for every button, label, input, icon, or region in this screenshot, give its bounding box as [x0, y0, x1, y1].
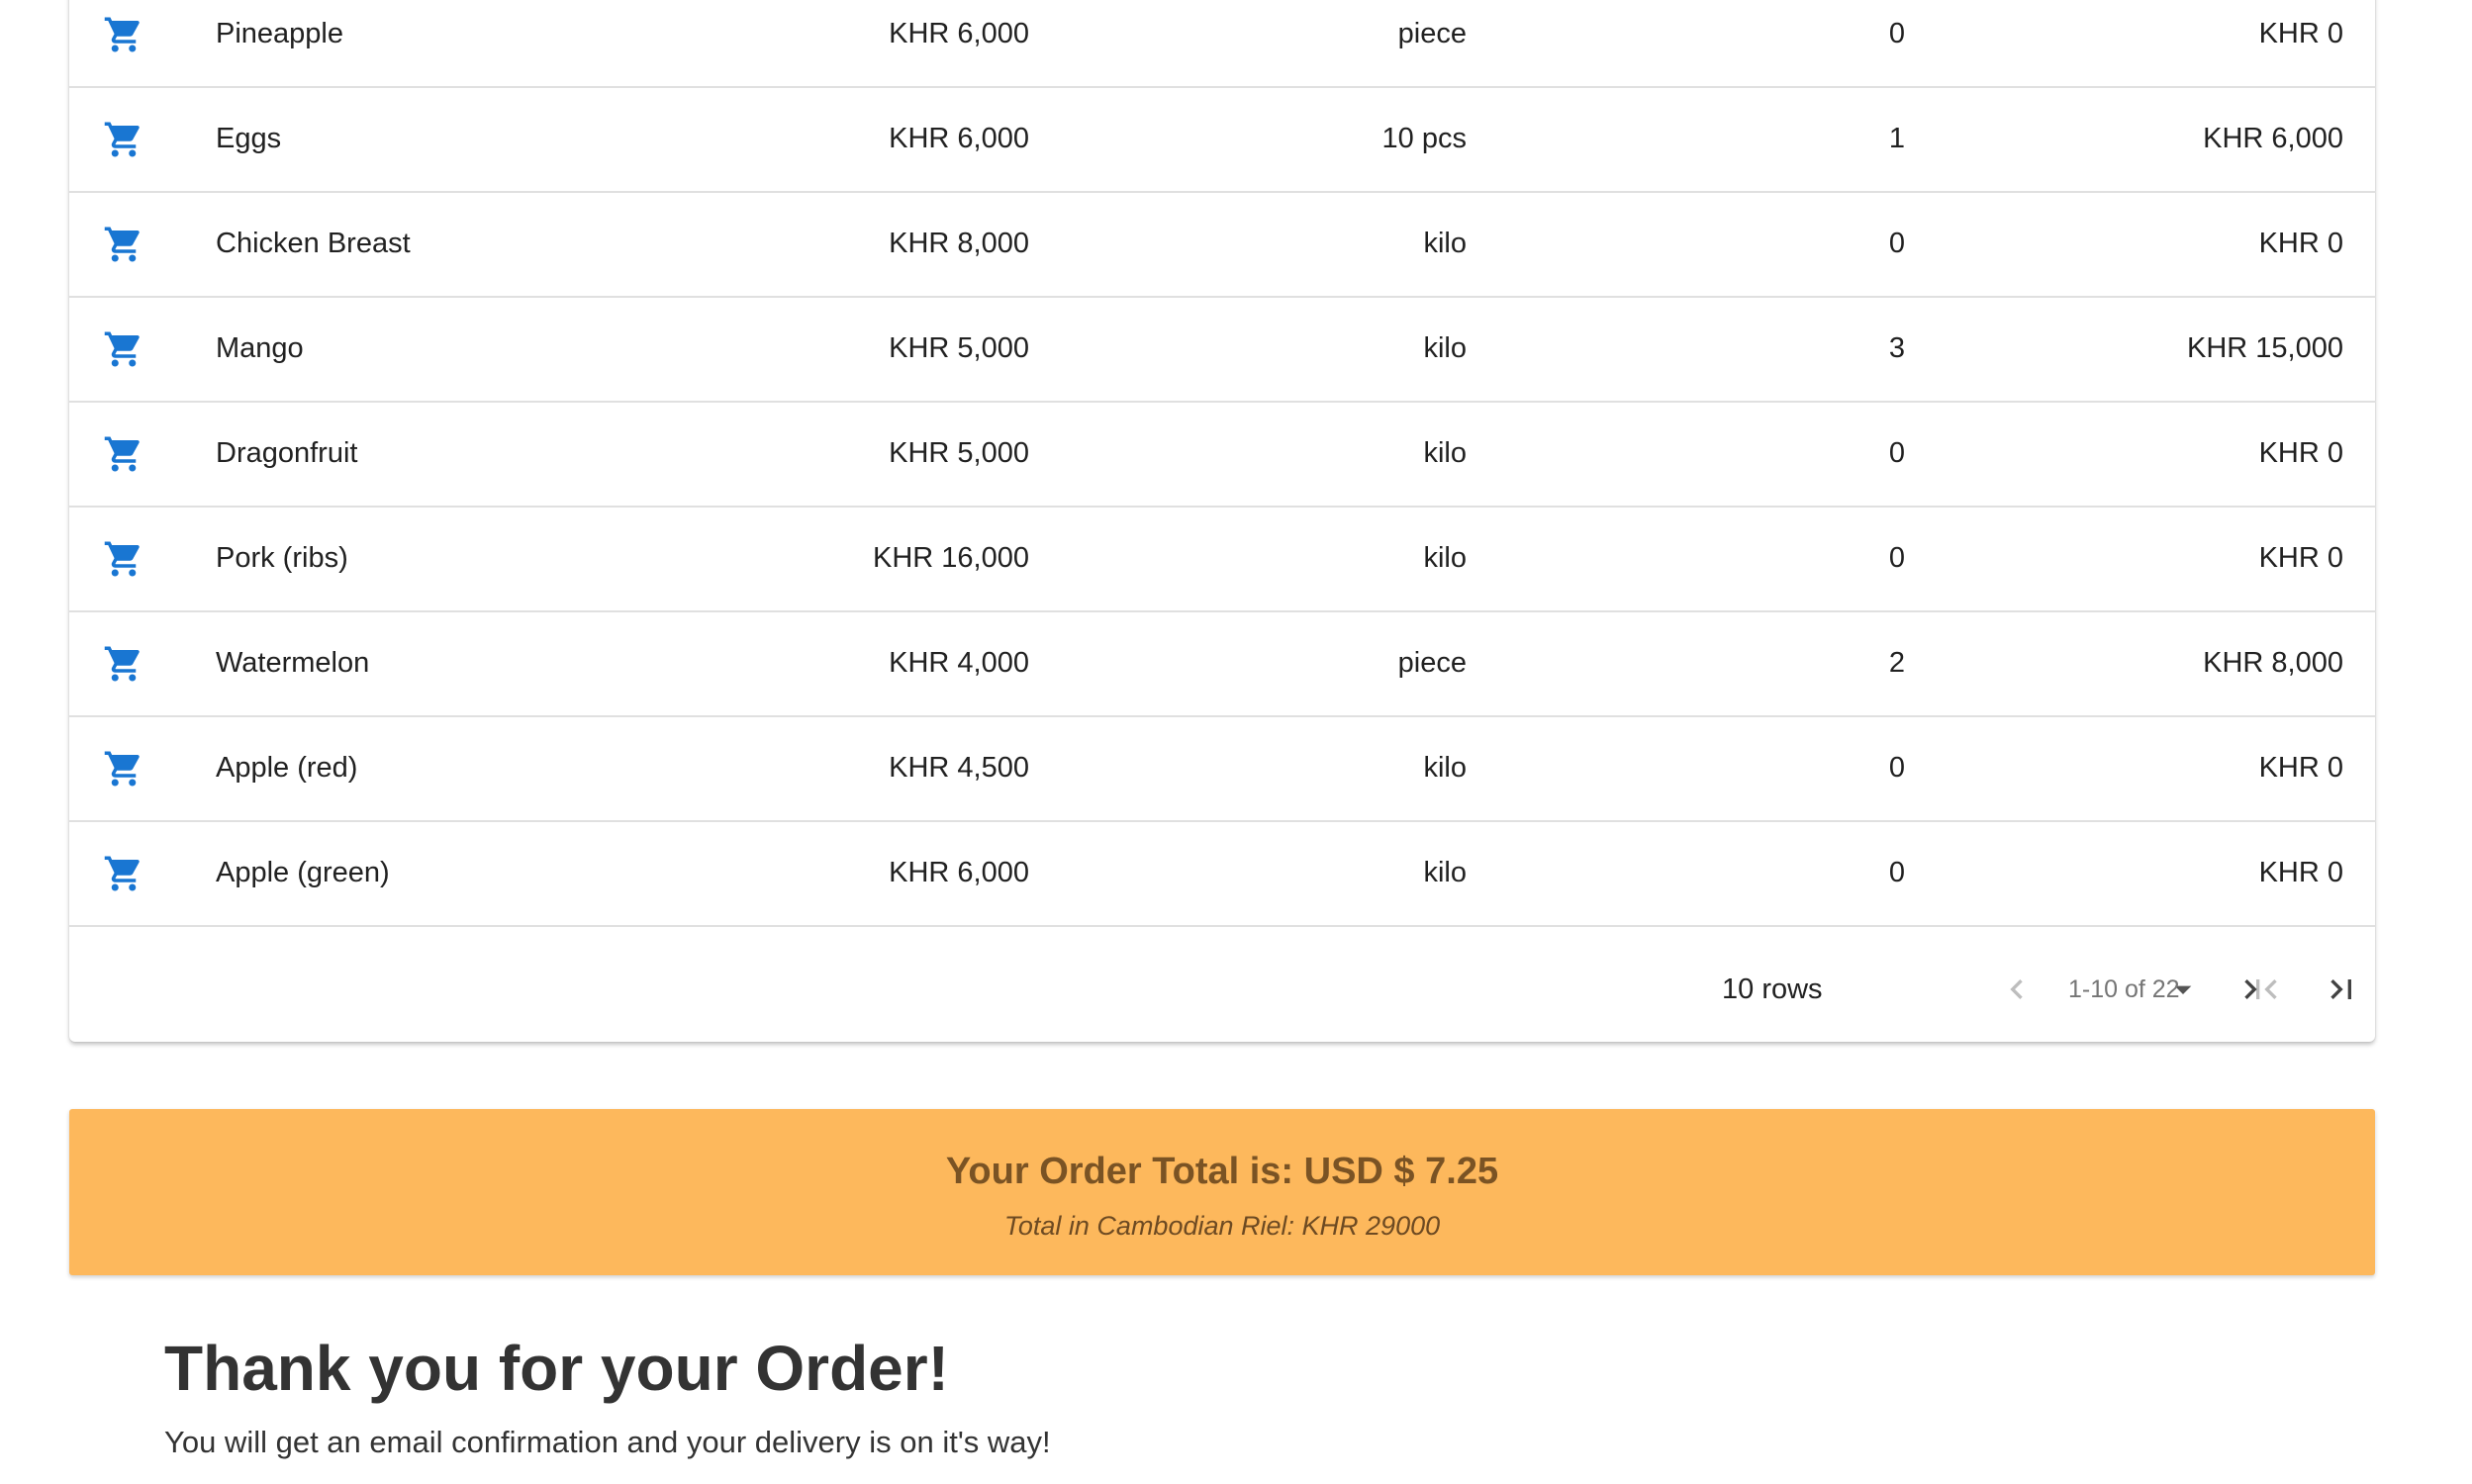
product-line-total: KHR 6,000	[2203, 123, 2343, 154]
thank-you-heading: Thank you for your Order!	[164, 1333, 949, 1404]
product-unit: 10 pcs	[1381, 123, 1467, 154]
product-price: KHR 6,000	[889, 123, 1029, 154]
product-quantity: 2	[1888, 647, 1905, 679]
order-total-banner: Your Order Total is: USD $ 7.25 Total in…	[69, 1109, 2375, 1275]
product-price: KHR 16,000	[873, 542, 1029, 574]
product-line-total: KHR 8,000	[2203, 647, 2343, 679]
product-name: Watermelon	[216, 647, 370, 679]
product-name: Apple (red)	[216, 752, 358, 784]
table-row: Dragonfruit KHR 5,000 kilo 0 KHR 0	[69, 402, 2375, 508]
product-price: KHR 4,000	[889, 647, 1029, 679]
shopping-cart-icon[interactable]	[103, 224, 144, 265]
product-unit: kilo	[1423, 437, 1467, 469]
product-quantity: 0	[1888, 752, 1905, 784]
product-quantity: 0	[1888, 857, 1905, 888]
thank-you-message: You will get an email confirmation and y…	[164, 1425, 1051, 1459]
product-line-total: KHR 0	[2258, 228, 2343, 259]
table-row: Watermelon KHR 4,000 piece 2 KHR 8,000	[69, 611, 2375, 717]
previous-page-icon[interactable]	[1997, 970, 2037, 1009]
product-name: Mango	[216, 332, 304, 364]
product-name: Apple (green)	[216, 857, 390, 888]
product-unit: piece	[1397, 647, 1467, 679]
product-name: Eggs	[216, 123, 282, 154]
product-unit: kilo	[1423, 542, 1467, 574]
shopping-cart-icon[interactable]	[103, 328, 144, 370]
product-line-total: KHR 0	[2258, 437, 2343, 469]
product-price: KHR 8,000	[889, 228, 1029, 259]
table-row: Eggs KHR 6,000 10 pcs 1 KHR 6,000	[69, 87, 2375, 193]
shopping-cart-icon[interactable]	[103, 853, 144, 894]
product-quantity: 0	[1888, 18, 1905, 49]
product-unit: kilo	[1423, 857, 1467, 888]
product-quantity: 0	[1888, 228, 1905, 259]
product-unit: kilo	[1423, 332, 1467, 364]
order-total-usd: Your Order Total is: USD $ 7.25	[945, 1151, 1499, 1192]
shopping-cart-icon[interactable]	[103, 748, 144, 789]
order-total-khr: Total in Cambodian Riel: KHR 29000	[1003, 1211, 1441, 1241]
table-row: Apple (red) KHR 4,500 kilo 0 KHR 0	[69, 716, 2375, 822]
product-price: KHR 5,000	[889, 437, 1029, 469]
product-price: KHR 6,000	[889, 857, 1029, 888]
table-row: Pork (ribs) KHR 16,000 kilo 0 KHR 0	[69, 507, 2375, 612]
product-unit: kilo	[1423, 752, 1467, 784]
rows-per-page-select[interactable]: 10 rows	[1722, 938, 1823, 1042]
last-page-icon[interactable]	[2322, 970, 2361, 1009]
table-row: Chicken Breast KHR 8,000 kilo 0 KHR 0	[69, 192, 2375, 298]
product-unit: kilo	[1423, 228, 1467, 259]
product-name: Chicken Breast	[216, 228, 411, 259]
shopping-cart-icon[interactable]	[103, 119, 144, 160]
product-line-total: KHR 0	[2258, 752, 2343, 784]
product-price: KHR 6,000	[889, 18, 1029, 49]
shopping-cart-icon[interactable]	[103, 538, 144, 580]
product-price: KHR 4,500	[889, 752, 1029, 784]
product-line-total: KHR 0	[2258, 542, 2343, 574]
product-quantity: 1	[1888, 123, 1905, 154]
product-name: Pineapple	[216, 18, 343, 49]
rows-per-page-label: 10 rows	[1722, 974, 1823, 1005]
product-line-total: KHR 0	[2258, 18, 2343, 49]
pagination-range: 1-10 of 22	[2068, 975, 2180, 1003]
product-price: KHR 5,000	[889, 332, 1029, 364]
next-page-icon[interactable]	[2231, 970, 2270, 1009]
table-row: Apple (green) KHR 6,000 kilo 0 KHR 0	[69, 821, 2375, 927]
product-quantity: 0	[1888, 437, 1905, 469]
shopping-cart-icon[interactable]	[103, 433, 144, 475]
product-unit: piece	[1397, 18, 1467, 49]
product-quantity: 3	[1888, 332, 1905, 364]
table-pagination: 10 rows 1-10 of 22	[69, 938, 2375, 1042]
shopping-cart-icon[interactable]	[103, 14, 144, 55]
table-row: Pineapple KHR 6,000 piece 0 KHR 0	[69, 0, 2375, 88]
shopping-cart-icon[interactable]	[103, 643, 144, 685]
product-name: Pork (ribs)	[216, 542, 348, 574]
product-name: Dragonfruit	[216, 437, 358, 469]
product-line-total: KHR 0	[2258, 857, 2343, 888]
products-table: Pineapple KHR 6,000 piece 0 KHR 0 Eggs KHR 6,0…	[69, 0, 2375, 1042]
product-quantity: 0	[1888, 542, 1905, 574]
table-row: Mango KHR 5,000 kilo 3 KHR 15,000	[69, 297, 2375, 403]
product-line-total: KHR 15,000	[2187, 332, 2343, 364]
